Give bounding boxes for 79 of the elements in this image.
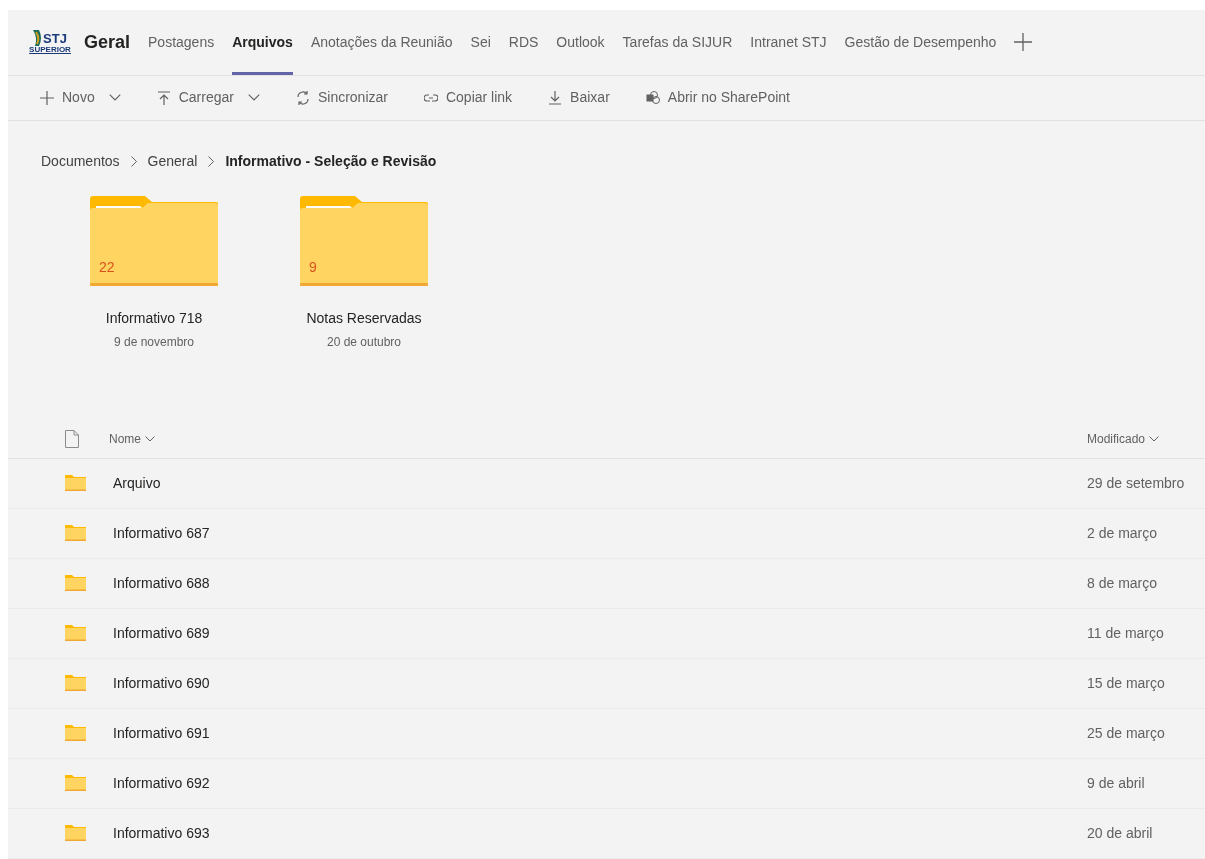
folder-row[interactable]: Informativo 693 20 de abril [8, 809, 1205, 859]
toolbar-button[interactable]: Carregar [156, 87, 260, 109]
add-tab-icon[interactable] [1014, 33, 1033, 52]
download-icon [548, 90, 563, 105]
toolbar-button[interactable]: Copiar link [423, 87, 513, 109]
folder-row[interactable]: Informativo 690 15 de março [8, 659, 1205, 709]
folder-row[interactable]: Informativo 692 9 de abril [8, 759, 1205, 809]
folder-icon [65, 625, 86, 642]
item-count: 22 [99, 258, 115, 278]
sync-icon [295, 90, 310, 105]
folder-icon [65, 725, 86, 742]
file-name: Informativo 688 [113, 574, 210, 593]
modified-column-header[interactable]: Modificado [1087, 430, 1205, 449]
folder-name: Notas Reservadas [306, 309, 422, 329]
folder-icon [65, 825, 86, 842]
modified-date: 11 de março [1087, 624, 1165, 643]
folder-tile[interactable]: 9 Notas Reservadas 20 de outubro [274, 196, 454, 421]
upload-icon [156, 90, 171, 105]
toolbar-button[interactable]: Novo [40, 87, 121, 109]
breadcrumb-current: Informativo - Seleção e Revisão [225, 152, 437, 172]
tab[interactable]: Gestão de Desempenho [844, 10, 997, 75]
logo-swoosh-icon [33, 30, 44, 47]
chevron-down-icon [247, 94, 260, 102]
tab[interactable]: RDS [508, 10, 539, 75]
file-name: Informativo 687 [113, 524, 210, 543]
file-name: Informativo 693 [113, 824, 210, 843]
modified-date: 9 de abril [1087, 774, 1146, 793]
folder-date: 20 de outubro [326, 334, 402, 352]
tab[interactable]: Anotações da Reunião [310, 10, 453, 75]
folder-icon [65, 775, 86, 792]
modified-date: 8 de março [1087, 574, 1159, 593]
modified-date: 15 de março [1087, 674, 1166, 693]
folder-name: Informativo 718 [105, 309, 203, 329]
plus-icon [40, 90, 54, 105]
file-name: Informativo 689 [113, 624, 210, 643]
modified-date: 2 de março [1087, 524, 1159, 543]
file-name: Informativo 690 [113, 674, 210, 693]
folder-row[interactable]: Arquivo 29 de setembro [8, 459, 1205, 509]
chevron-down-icon [1149, 436, 1160, 443]
toolbar-button[interactable]: Abrir no SharePoint [645, 87, 790, 109]
file-name: Arquivo [113, 474, 161, 493]
toolbar-button[interactable]: Baixar [548, 87, 610, 109]
folder-icon [90, 196, 218, 287]
folder-row[interactable]: Informativo 691 25 de março [8, 709, 1205, 759]
folder-icon [65, 525, 86, 542]
folder-row[interactable]: Informativo 687 2 de março [8, 509, 1205, 559]
tab[interactable]: Tarefas da SIJUR [622, 10, 733, 75]
logo-text: STJ [43, 31, 67, 45]
chevron-right-icon [130, 156, 137, 168]
chevron-down-icon [145, 436, 155, 443]
folder-icon [65, 675, 86, 692]
tab[interactable]: Intranet STJ [750, 10, 827, 75]
name-column-header[interactable]: Nome [109, 430, 155, 449]
folder-row[interactable]: Informativo 689 11 de março [8, 609, 1205, 659]
chevron-right-icon [208, 156, 215, 168]
toolbar-button[interactable]: Sincronizar [295, 87, 388, 109]
modified-date: 29 de setembro [1087, 474, 1186, 493]
team-name: Geral [84, 30, 131, 54]
file-name: Informativo 691 [113, 724, 210, 743]
file-type-icon [65, 430, 79, 449]
tab[interactable]: Sei [470, 10, 491, 75]
tab[interactable]: Postagens [148, 10, 215, 75]
breadcrumb-link[interactable]: Documentos [41, 151, 120, 173]
file-name: Informativo 692 [113, 774, 210, 793]
folder-date: 9 de novembro [113, 334, 195, 352]
folder-icon [65, 475, 86, 492]
folder-icon [300, 196, 428, 287]
modified-date: 20 de abril [1087, 824, 1154, 843]
sharepoint-icon [645, 90, 660, 105]
breadcrumb-link[interactable]: General [147, 151, 198, 173]
tab[interactable]: Arquivos [232, 10, 293, 75]
modified-date: 25 de março [1087, 724, 1166, 743]
tab[interactable]: Outlook [556, 10, 605, 75]
logo-subtitle: SUPERIOR [29, 46, 71, 55]
folder-row[interactable]: Informativo 688 8 de março [8, 559, 1205, 609]
item-count: 9 [309, 258, 317, 278]
chevron-down-icon [108, 94, 121, 102]
folder-icon [65, 575, 86, 592]
folder-tile[interactable]: 22 Informativo 718 9 de novembro [64, 196, 244, 421]
